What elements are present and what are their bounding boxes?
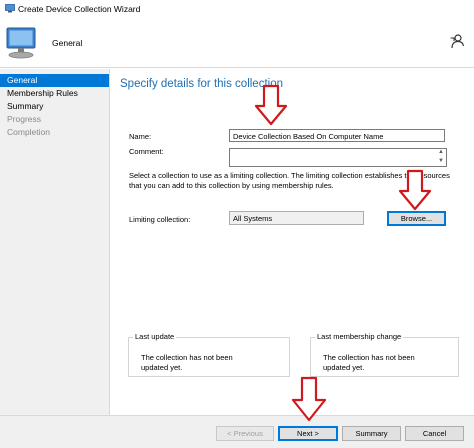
limiting-collection-field: All Systems — [229, 211, 364, 225]
name-label: Name: — [129, 132, 152, 141]
wizard-sidebar: General Membership Rules Summary Progres… — [0, 69, 110, 415]
annotation-arrow-name — [254, 84, 288, 126]
wizard-footer: < Previous Next > Summary Cancel — [0, 415, 474, 448]
name-field[interactable]: Device Collection Based On Computer Name — [229, 129, 445, 142]
scroll-down-icon[interactable]: ▼ — [438, 158, 444, 164]
wizard-app-icon — [5, 4, 15, 13]
page-name: General — [52, 38, 83, 48]
sidebar-item-completion: Completion — [7, 127, 50, 137]
comment-field[interactable]: ▲ ▼ — [229, 148, 447, 167]
comment-label: Comment: — [129, 147, 164, 156]
previous-button: < Previous — [216, 426, 274, 441]
sidebar-item-general[interactable]: General — [0, 74, 109, 87]
browse-button[interactable]: Browse... — [387, 211, 446, 226]
annotation-arrow-next — [291, 376, 327, 422]
scroll-up-icon[interactable]: ▲ — [438, 149, 444, 155]
last-membership-change-title: Last membership change — [315, 332, 404, 341]
last-membership-change-text: The collection has not been updated yet. — [323, 353, 415, 372]
summary-button[interactable]: Summary — [342, 426, 401, 441]
cancel-button[interactable]: Cancel — [405, 426, 464, 441]
window-title: Create Device Collection Wizard — [18, 4, 141, 14]
annotation-arrow-browse — [398, 169, 432, 211]
computer-collection-icon — [6, 27, 36, 59]
next-button[interactable]: Next > — [278, 426, 338, 441]
title-bar: Create Device Collection Wizard — [0, 0, 474, 18]
sidebar-item-membership-rules[interactable]: Membership Rules — [0, 87, 109, 100]
last-update-title: Last update — [133, 332, 177, 341]
sidebar-item-progress: Progress — [7, 114, 42, 124]
sidebar-item-summary[interactable]: Summary — [0, 100, 109, 113]
wizard-header: General — [0, 18, 474, 68]
last-membership-change-group: Last membership change The collection ha… — [310, 332, 459, 377]
help-person-icon[interactable] — [449, 33, 465, 49]
last-update-text: The collection has not been updated yet. — [141, 353, 233, 372]
last-update-group: Last update The collection has not been … — [128, 332, 290, 377]
limiting-collection-label: Limiting collection: — [129, 215, 191, 224]
main-panel: Specify details for this collection Name… — [110, 69, 474, 415]
